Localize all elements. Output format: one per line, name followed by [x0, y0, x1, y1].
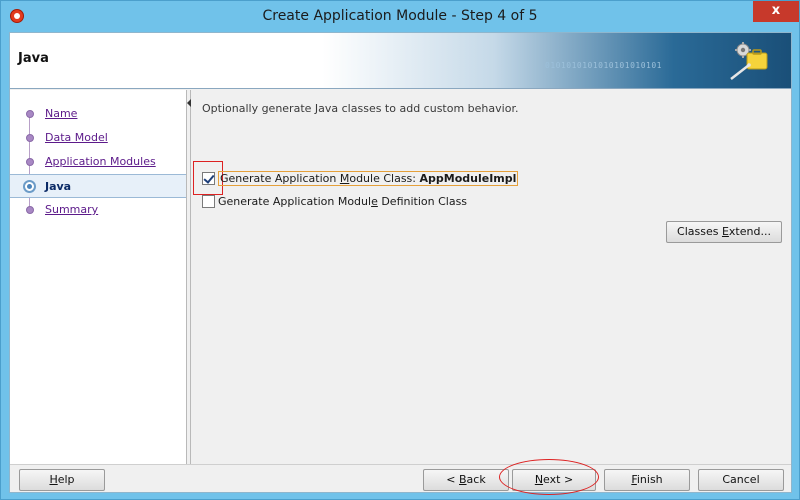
classes-extend-button[interactable]: Classes Extend...	[666, 221, 782, 243]
step-bullet-icon	[26, 158, 34, 166]
nav-step-label[interactable]: Name	[45, 107, 77, 120]
step-bullet-icon	[26, 110, 34, 118]
nav-step-application-modules[interactable]: Application Modules	[10, 150, 186, 174]
nav-step-label[interactable]: Summary	[45, 203, 98, 216]
nav-step-summary[interactable]: Summary	[10, 198, 186, 222]
button-bar-separator	[10, 464, 791, 465]
wizard-step-nav: Name Data Model Application Modules Java…	[10, 90, 187, 464]
nav-step-label[interactable]: Data Model	[45, 131, 108, 144]
cancel-button[interactable]: Cancel	[698, 469, 784, 491]
nav-step-name[interactable]: Name	[10, 102, 186, 126]
step-title: Java	[18, 51, 49, 66]
title-bar[interactable]: Create Application Module - Step 4 of 5 …	[1, 1, 799, 32]
help-button[interactable]: Help	[19, 469, 105, 491]
app-module-class-name: AppModuleImpl	[419, 172, 517, 185]
step-bullet-icon	[26, 206, 34, 214]
current-step-icon	[23, 180, 36, 193]
finish-button[interactable]: Finish	[604, 469, 690, 491]
collapse-arrow-icon[interactable]	[187, 99, 191, 107]
annotation-highlight-ellipse	[499, 459, 599, 495]
dialog-window: Create Application Module - Step 4 of 5 …	[0, 0, 800, 500]
banner-binary-decoration: 0101010101010101010101	[545, 61, 662, 70]
nav-step-label: Java	[45, 180, 72, 193]
window-title: Create Application Module - Step 4 of 5	[262, 8, 538, 24]
instruction-text: Optionally generate Java classes to add …	[202, 102, 519, 115]
nav-step-label[interactable]: Application Modules	[45, 155, 156, 168]
close-button[interactable]: x	[753, 1, 799, 22]
nav-step-java[interactable]: Java	[10, 174, 186, 198]
briefcase-gear-icon	[730, 42, 768, 80]
generate-app-module-def-class-label[interactable]: Generate Application Module Definition C…	[218, 195, 467, 208]
generate-app-module-class-label[interactable]: Generate Application Module Class: AppMo…	[218, 171, 519, 186]
nav-splitter[interactable]	[187, 90, 191, 464]
generate-app-module-def-class-checkbox[interactable]	[202, 195, 215, 208]
java-options-panel: Optionally generate Java classes to add …	[192, 90, 791, 464]
dialog-client: Java 0101010101010101010101 Name Data Mo…	[9, 32, 792, 495]
step-banner: Java 0101010101010101010101	[10, 33, 791, 89]
nav-step-data-model[interactable]: Data Model	[10, 126, 186, 150]
back-button[interactable]: < Back	[423, 469, 509, 491]
step-bullet-icon	[26, 134, 34, 142]
generate-app-module-class-checkbox[interactable]	[202, 172, 215, 185]
